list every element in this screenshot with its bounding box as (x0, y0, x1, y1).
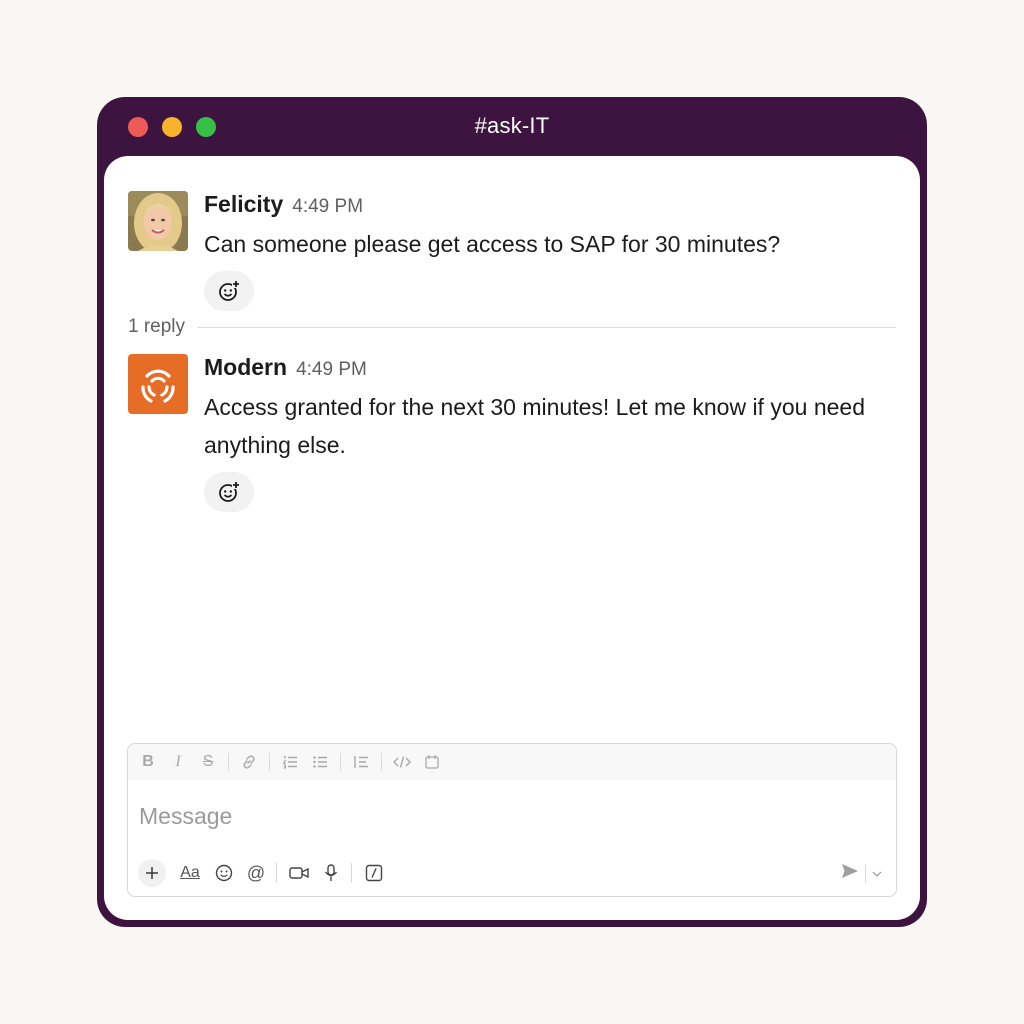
send-controls (841, 863, 882, 884)
toolbar-divider (340, 753, 341, 771)
attach-button[interactable] (138, 859, 166, 887)
message-body: Modern 4:49 PM Access granted for the ne… (204, 354, 884, 512)
italic-icon[interactable]: I (168, 752, 188, 772)
code-icon[interactable] (392, 752, 412, 772)
composer-actions: Aa @ (138, 858, 394, 888)
message-timestamp[interactable]: 4:49 PM (296, 359, 367, 381)
toolbar-divider (351, 863, 352, 883)
code-block-icon[interactable] (422, 752, 442, 772)
message-item: Modern 4:49 PM Access granted for the ne… (128, 354, 884, 512)
message-text: Access granted for the next 30 minutes! … (204, 394, 865, 458)
channel-title: #ask-IT (474, 113, 550, 138)
author-name[interactable]: Modern (204, 354, 287, 381)
send-divider (865, 864, 866, 883)
thread-replies: 1 reply (128, 316, 896, 338)
add-reaction-icon (219, 481, 240, 502)
message-input[interactable]: Message (128, 780, 896, 852)
message-text: Can someone please get access to SAP for… (204, 231, 781, 257)
video-icon[interactable] (287, 861, 311, 885)
microphone-icon[interactable] (319, 861, 343, 885)
felicity-avatar-image (128, 191, 188, 251)
message-placeholder: Message (139, 802, 233, 829)
bold-icon[interactable]: B (138, 752, 158, 772)
mention-icon[interactable]: @ (244, 861, 268, 885)
message-timestamp[interactable]: 4:49 PM (292, 196, 363, 218)
app-window: #ask-IT Felicity 4:49 PM Can someone ple… (97, 97, 927, 927)
formatting-toolbar: B I S (128, 744, 896, 780)
bulleted-list-icon[interactable] (310, 752, 330, 772)
avatar[interactable] (128, 191, 188, 251)
slash-command-icon[interactable] (362, 861, 386, 885)
strikethrough-icon[interactable]: S (198, 752, 218, 772)
blockquote-icon[interactable] (351, 752, 371, 772)
message-meta: Modern 4:49 PM (204, 354, 884, 384)
thread-divider (197, 326, 896, 328)
chevron-down-icon[interactable] (872, 865, 882, 883)
link-icon[interactable] (239, 752, 259, 772)
message-item: Felicity 4:49 PM Can someone please get … (128, 191, 884, 311)
modern-logo-icon (128, 354, 188, 414)
plus-icon (146, 867, 158, 879)
add-reaction-button[interactable] (204, 472, 254, 512)
message-meta: Felicity 4:49 PM (204, 191, 884, 221)
ordered-list-icon[interactable] (280, 752, 300, 772)
author-name[interactable]: Felicity (204, 191, 283, 218)
text-format-icon[interactable]: Aa (176, 861, 204, 885)
toolbar-divider (228, 753, 229, 771)
toolbar-divider (381, 753, 382, 771)
add-reaction-button[interactable] (204, 271, 254, 311)
message-pane: Felicity 4:49 PM Can someone please get … (104, 156, 920, 920)
toolbar-divider (269, 753, 270, 771)
avatar[interactable] (128, 354, 188, 414)
message-body: Felicity 4:49 PM Can someone please get … (204, 191, 884, 311)
reply-count-link[interactable]: 1 reply (128, 316, 185, 338)
toolbar-divider (276, 863, 277, 883)
emoji-icon[interactable] (212, 861, 236, 885)
add-reaction-icon (219, 280, 240, 301)
send-icon[interactable] (841, 863, 859, 884)
message-composer: B I S Message Aa @ (127, 743, 897, 897)
